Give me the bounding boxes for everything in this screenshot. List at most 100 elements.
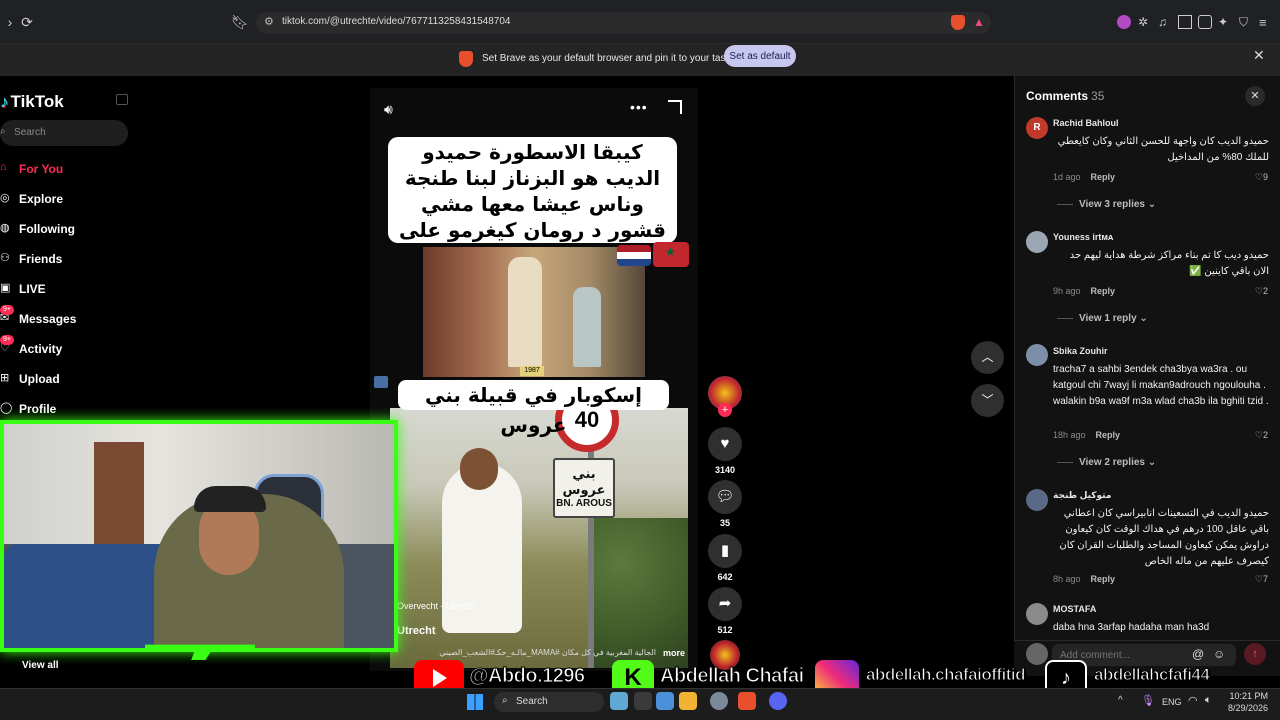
microphone-icon[interactable]: 🎙︎ [1141, 694, 1155, 707]
comment-username[interactable]: Youness irtᴍᴀ [1053, 232, 1113, 242]
video-location[interactable]: Overvecht - Utrecht [397, 601, 475, 611]
sidebar-item-messages[interactable]: ✉ 9+ Messages [0, 305, 150, 329]
comment-username[interactable]: Sbika Zouhir [1053, 346, 1108, 356]
messages-badge: 9+ [0, 305, 14, 315]
sidebar-item-profile[interactable]: ◯ Profile [0, 399, 150, 419]
previous-video-button[interactable]: ︿ [971, 341, 1004, 374]
search-input[interactable]: ⌕ Search [0, 120, 128, 146]
site-settings-icon[interactable]: ⚙︎ [264, 15, 274, 28]
puzzle-icon[interactable]: ✲ [1138, 15, 1152, 29]
language-indicator[interactable]: ENG [1162, 697, 1182, 707]
comment-text: حميدو الديب في التسعينات انابيراسي كان ا… [1059, 508, 1269, 567]
address-bar[interactable]: ⚙︎ tiktok.com/@utrechte/video/7677113258… [256, 12, 991, 34]
sidebar-toggle-icon[interactable] [1178, 15, 1192, 29]
comment-username[interactable]: Rachid Bahloul [1053, 118, 1119, 128]
emoji-icon[interactable]: ☺ [1213, 647, 1225, 661]
man-head [460, 448, 498, 490]
task-view-icon[interactable] [634, 692, 652, 710]
tiktok-logo[interactable]: ♪ TikTok [0, 92, 64, 112]
comment-username[interactable]: متوكيل طنجة [1053, 490, 1111, 501]
following-icon: ◍ [0, 222, 10, 234]
brave-browser-icon[interactable] [738, 692, 756, 710]
menu-icon[interactable]: ≡ [1259, 15, 1273, 30]
send-comment-button[interactable]: ↑ [1244, 643, 1266, 665]
leo-ai-icon[interactable]: ✦ [1218, 15, 1232, 29]
fullscreen-icon[interactable] [668, 100, 682, 114]
brave-rewards-icon[interactable]: ▲ [973, 15, 985, 29]
comments-header: Comments 35 [1026, 89, 1105, 103]
sidebar-item-live[interactable]: ▣ LIVE [0, 279, 150, 299]
next-video-button[interactable]: ﹀ [971, 384, 1004, 417]
avatar[interactable] [1026, 231, 1048, 253]
sidebar-item-for-you[interactable]: ⌂ For You [0, 159, 150, 179]
reply-button[interactable]: Reply [1091, 286, 1116, 296]
sidebar-item-upload[interactable]: ⊞ Upload [0, 369, 150, 389]
video-author[interactable]: Utrecht [397, 625, 436, 637]
file-explorer-icon[interactable] [679, 692, 697, 710]
close-comments-button[interactable]: ✕ [1245, 86, 1265, 106]
mention-icon[interactable]: @ [1192, 647, 1204, 661]
arrow-up-icon: ↑ [1252, 648, 1258, 660]
share-button[interactable]: ➦ [708, 587, 742, 621]
save-button[interactable]: ▮ [708, 534, 742, 568]
avatar [1026, 643, 1048, 665]
tiktok-note-icon: ♪ [0, 92, 9, 111]
sidebar-item-explore[interactable]: ◎ Explore [0, 189, 150, 209]
reload-icon[interactable]: ⟳ [17, 12, 37, 32]
avatar[interactable] [1026, 489, 1048, 511]
comment-button[interactable]: 💬︎ [708, 480, 742, 514]
video-photo-top [423, 247, 645, 377]
wallet-icon[interactable] [1198, 15, 1212, 29]
share-count: 512 [717, 625, 733, 635]
avatar[interactable] [1026, 603, 1048, 625]
reply-button[interactable]: Reply [1091, 172, 1116, 182]
taskbar-search[interactable]: ⌕ Search [494, 692, 604, 712]
comment-username[interactable]: MOSTAFA [1053, 604, 1096, 614]
comment-like-button[interactable]: ♡2 [1244, 286, 1268, 297]
view-replies-button[interactable]: View 1 reply ⌄ [1057, 313, 1148, 324]
volume-icon[interactable]: 🔈︎ [1205, 694, 1212, 707]
more-link[interactable]: more [663, 648, 685, 658]
widgets-icon[interactable] [610, 692, 628, 710]
heart-icon: ♡ [1254, 574, 1263, 584]
app-icon[interactable] [656, 692, 674, 710]
chevron-up-icon[interactable]: ^ [1118, 695, 1123, 706]
set-default-button[interactable]: Set as default [724, 45, 796, 67]
url-text[interactable]: tiktok.com/@utrechte/video/7677113258431… [282, 16, 510, 27]
reply-button[interactable]: Reply [1091, 574, 1116, 584]
collapse-sidebar-icon[interactable] [116, 94, 128, 105]
extension-icon[interactable] [1117, 15, 1131, 29]
brave-shields-icon[interactable] [951, 15, 965, 30]
view-replies-button[interactable]: View 3 replies ⌄ [1057, 199, 1156, 210]
sidebar-item-activity[interactable]: ♡ 9+ Activity [0, 335, 150, 359]
bookmark-icon[interactable]: 🔖︎ [230, 12, 250, 32]
volume-icon[interactable]: 🔊︎ [384, 101, 393, 118]
comment-like-button[interactable]: ♡9 [1244, 172, 1268, 183]
chevron-up-icon: ︿ [981, 350, 994, 364]
close-icon[interactable]: ✕ [1253, 47, 1265, 64]
view-replies-button[interactable]: View 2 replies ⌄ [1057, 457, 1156, 468]
comment-like-button[interactable]: ♡7 [1244, 574, 1268, 585]
sidebar-item-following[interactable]: ◍ Following [0, 219, 150, 239]
obs-icon[interactable] [710, 692, 728, 710]
vpn-icon[interactable]: ⛉ [1239, 15, 1253, 29]
netherlands-flag-icon [617, 245, 651, 266]
view-all-link[interactable]: View all [22, 660, 59, 671]
taskbar-clock[interactable]: 10:21 PM 8/29/2026 [1226, 690, 1268, 714]
follow-button[interactable]: + [718, 403, 732, 417]
music-icon[interactable]: ♫ [1158, 15, 1172, 29]
comment-count: 35 [1091, 89, 1105, 103]
heart-icon: ♡ [1254, 430, 1263, 440]
sidebar-item-friends[interactable]: ⚇ Friends [0, 249, 150, 269]
more-options-icon[interactable]: ••• [630, 99, 648, 115]
wifi-icon[interactable]: ◠ [1188, 694, 1198, 707]
avatar[interactable] [1026, 344, 1048, 366]
windows-start-icon[interactable] [467, 694, 483, 710]
browser-toolbar: › ⟳ 🔖︎ ⚙︎ tiktok.com/@utrechte/video/767… [0, 0, 1280, 44]
avatar[interactable]: R [1026, 117, 1048, 139]
bookmark-icon: ▮ [720, 542, 730, 559]
like-button[interactable]: ♥ [708, 427, 742, 461]
comment-like-button[interactable]: ♡2 [1244, 430, 1268, 441]
reply-button[interactable]: Reply [1096, 430, 1121, 440]
discord-icon[interactable] [769, 692, 787, 710]
